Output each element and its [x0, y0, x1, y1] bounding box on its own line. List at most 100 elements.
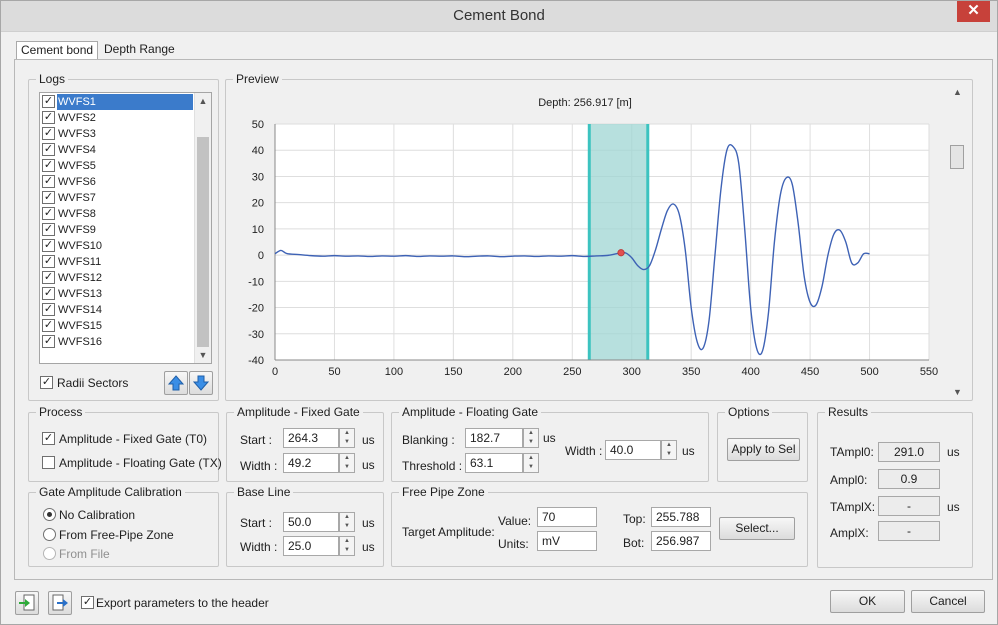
floating-width-input[interactable]: 40.0: [605, 440, 661, 460]
log-label: WVFS16: [58, 336, 103, 348]
fixed-start-input[interactable]: 264.3: [283, 428, 339, 448]
list-item[interactable]: ✓ WVFS15: [41, 318, 193, 334]
list-item[interactable]: ✓ WVFS7: [41, 190, 193, 206]
logs-list-scrollbar[interactable]: ▲ ▼: [194, 93, 211, 363]
list-item[interactable]: ✓ WVFS14: [41, 302, 193, 318]
move-down-button[interactable]: [189, 371, 213, 395]
scroll-thumb[interactable]: [950, 145, 964, 169]
log-checkbox[interactable]: ✓: [42, 95, 55, 108]
log-checkbox[interactable]: ✓: [42, 191, 55, 204]
ampl0-value: 0.9: [878, 469, 940, 489]
y-tick-label: -30: [248, 329, 264, 341]
units-input[interactable]: mV: [537, 531, 597, 551]
bot-input[interactable]: 256.987: [651, 531, 711, 551]
results-group: Results: [817, 405, 973, 568]
log-label: WVFS13: [58, 288, 103, 300]
scroll-down-icon[interactable]: ▼: [195, 347, 211, 363]
list-item[interactable]: ✓ WVFS6: [41, 174, 193, 190]
fixed-gate-group-title: Amplitude - Fixed Gate: [234, 405, 363, 419]
fixed-width-unit: us: [362, 458, 375, 472]
baseline-width-input[interactable]: 25.0: [283, 536, 339, 556]
fixed-start-spinner[interactable]: ▲ ▼: [339, 428, 355, 448]
baseline-width-unit: us: [362, 540, 375, 554]
baseline-width-spinner[interactable]: ▲ ▼: [339, 536, 355, 556]
blanking-spinner[interactable]: ▲ ▼: [523, 428, 539, 448]
export-button[interactable]: [48, 591, 72, 615]
list-item[interactable]: ✓ WVFS2: [41, 110, 193, 126]
import-button[interactable]: [15, 591, 39, 615]
list-item[interactable]: ✓ WVFS12: [41, 270, 193, 286]
log-checkbox[interactable]: ✓: [42, 127, 55, 140]
log-checkbox[interactable]: ✓: [42, 287, 55, 300]
scroll-down-icon[interactable]: ▼: [953, 387, 962, 397]
list-item[interactable]: ✓ WVFS10: [41, 238, 193, 254]
move-up-button[interactable]: [164, 371, 188, 395]
ok-button[interactable]: OK: [830, 590, 905, 613]
export-parameters-checkbox[interactable]: ✓: [81, 596, 94, 609]
list-item[interactable]: ✓ WVFS16: [41, 334, 193, 350]
threshold-input[interactable]: 63.1: [465, 453, 523, 473]
apply-to-sel-button[interactable]: Apply to Sel: [727, 438, 800, 461]
fixed-width-input[interactable]: 49.2: [283, 453, 339, 473]
free-pipe-calibration-radio[interactable]: [43, 528, 56, 541]
fixed-width-spinner[interactable]: ▲ ▼: [339, 453, 355, 473]
logs-list[interactable]: ✓ WVFS1 ✓ WVFS2 ✓ WVFS3 ✓ WVFS4 ✓ WVFS5 ✓ WVFS6 ✓ WVF…: [39, 92, 212, 364]
baseline-start-input[interactable]: 50.0: [283, 512, 339, 532]
list-item[interactable]: ✓ WVFS13: [41, 286, 193, 302]
radii-sectors-checkbox[interactable]: ✓: [40, 376, 53, 389]
list-item[interactable]: ✓ WVFS3: [41, 126, 193, 142]
target-amplitude-label: Target Amplitude:: [402, 525, 495, 539]
floating-width-spinner[interactable]: ▲ ▼: [661, 440, 677, 460]
threshold-spinner[interactable]: ▲ ▼: [523, 453, 539, 473]
target-value-input[interactable]: 70: [537, 507, 597, 527]
bot-label: Bot:: [623, 536, 645, 550]
log-checkbox[interactable]: ✓: [42, 143, 55, 156]
tampl0-unit: us: [947, 445, 960, 459]
log-checkbox[interactable]: ✓: [42, 335, 55, 348]
waveform-chart[interactable]: Depth: 256.917 [m] 0 50 100 150 200 250 300 350…: [231, 89, 943, 391]
log-checkbox[interactable]: ✓: [42, 111, 55, 124]
gate-band: [587, 124, 650, 360]
list-item[interactable]: ✓ WVFS9: [41, 222, 193, 238]
fixed-gate-option-label: Amplitude - Fixed Gate (T0): [59, 432, 208, 446]
cancel-button[interactable]: Cancel: [911, 590, 985, 613]
log-checkbox[interactable]: ✓: [42, 175, 55, 188]
log-checkbox[interactable]: ✓: [42, 223, 55, 236]
floating-gate-checkbox[interactable]: [42, 456, 55, 469]
fixed-gate-checkbox[interactable]: ✓: [42, 432, 55, 445]
select-button[interactable]: Select...: [719, 517, 795, 540]
no-calibration-radio[interactable]: [43, 508, 56, 521]
preview-scrollbar[interactable]: ▲ ▼: [949, 85, 966, 399]
log-checkbox[interactable]: ✓: [42, 239, 55, 252]
x-tick-label: 550: [920, 366, 938, 378]
tampl0-value: 291.0: [878, 442, 940, 462]
floating-width-unit: us: [682, 444, 695, 458]
from-file-radio: [43, 547, 56, 560]
list-item[interactable]: ✓ WVFS8: [41, 206, 193, 222]
baseline-start-spinner[interactable]: ▲ ▼: [339, 512, 355, 532]
list-item[interactable]: ✓ WVFS1: [41, 94, 193, 110]
close-button[interactable]: ✕: [957, 1, 990, 22]
blanking-input[interactable]: 182.7: [465, 428, 523, 448]
y-tick-label: -20: [248, 303, 264, 315]
tab-cement-bond[interactable]: Cement bond: [16, 41, 99, 60]
scroll-up-icon[interactable]: ▲: [953, 87, 962, 97]
log-checkbox[interactable]: ✓: [42, 319, 55, 332]
log-checkbox[interactable]: ✓: [42, 159, 55, 172]
log-checkbox[interactable]: ✓: [42, 303, 55, 316]
log-checkbox[interactable]: ✓: [42, 255, 55, 268]
list-item[interactable]: ✓ WVFS11: [41, 254, 193, 270]
threshold-label: Threshold :: [402, 459, 463, 473]
amplx-value: -: [878, 521, 940, 541]
arrow-down-icon: [192, 375, 210, 391]
y-tick-label: -40: [248, 355, 264, 367]
scroll-thumb[interactable]: [197, 137, 209, 347]
scroll-up-icon[interactable]: ▲: [195, 93, 211, 109]
list-item[interactable]: ✓ WVFS5: [41, 158, 193, 174]
y-tick-label: 10: [252, 224, 264, 236]
log-checkbox[interactable]: ✓: [42, 207, 55, 220]
list-item[interactable]: ✓ WVFS4: [41, 142, 193, 158]
log-checkbox[interactable]: ✓: [42, 271, 55, 284]
top-input[interactable]: 255.788: [651, 507, 711, 527]
tab-depth-range[interactable]: Depth Range: [100, 41, 179, 60]
